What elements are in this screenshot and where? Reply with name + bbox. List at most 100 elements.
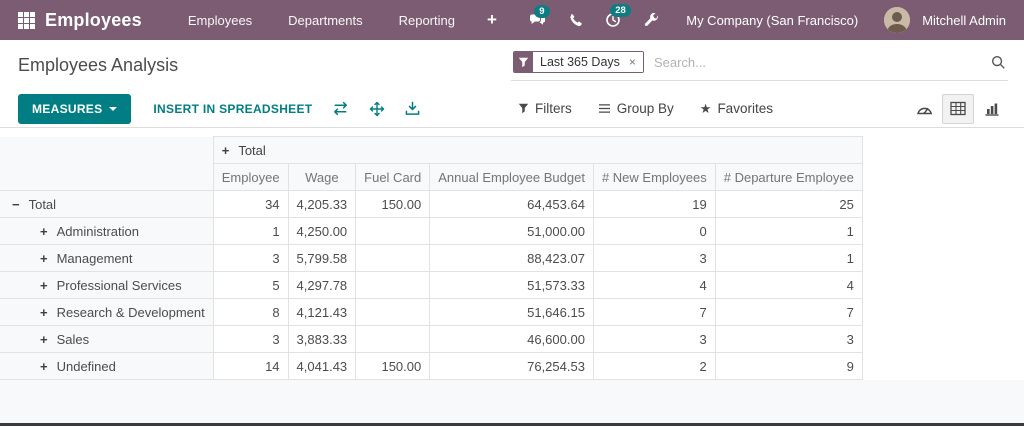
- pivot-cell: 3: [212, 244, 289, 272]
- graph-view-button[interactable]: [976, 94, 1008, 124]
- pivot-cell: 51,573.33: [429, 271, 594, 299]
- pivot-cell: [355, 271, 431, 299]
- column-header[interactable]: # New Employees: [592, 163, 716, 191]
- pivot-cell: 4,041.43: [287, 352, 357, 380]
- pivot-row-header[interactable]: + Management: [0, 244, 214, 272]
- filter-icon: [518, 103, 529, 114]
- insert-in-spreadsheet-button[interactable]: INSERT IN SPREADSHEET: [153, 102, 312, 116]
- pivot-cell: 1: [212, 217, 289, 245]
- row-label: Management: [56, 250, 133, 266]
- pivot-cell: 0: [592, 217, 716, 245]
- pivot-cell: 150.00: [355, 190, 431, 218]
- pivot-row-header[interactable]: + Professional Services: [0, 271, 214, 299]
- pivot-cell: 4,121.43: [287, 298, 357, 326]
- gauge-icon: [916, 107, 932, 115]
- dashboard-view-button[interactable]: [908, 94, 940, 124]
- filters-menu[interactable]: Filters: [518, 101, 572, 116]
- column-header[interactable]: Employee: [212, 163, 289, 191]
- pivot-cell: 3: [212, 325, 289, 353]
- flip-axis-icon[interactable]: [332, 101, 349, 116]
- search-icon[interactable]: [991, 55, 1006, 70]
- pivot-cell: 3,883.33: [287, 325, 357, 353]
- pivot-cell: 64,453.64: [429, 190, 594, 218]
- column-header[interactable]: Annual Employee Budget: [429, 163, 594, 191]
- expand-icon: +: [221, 142, 230, 158]
- top-navbar: Employees Employees Departments Reportin…: [0, 0, 1024, 40]
- tools-button[interactable]: [634, 6, 668, 34]
- pivot-row-header[interactable]: − Total: [0, 190, 214, 218]
- expand-icon: +: [40, 331, 48, 347]
- nav-menu-reporting[interactable]: Reporting: [381, 13, 473, 28]
- pivot-row-header[interactable]: + Sales: [0, 325, 214, 353]
- pivot-row-header[interactable]: + Undefined: [0, 352, 214, 380]
- wrench-icon: [645, 12, 659, 26]
- favorites-menu[interactable]: ★ Favorites: [700, 101, 773, 117]
- phone-icon: [570, 13, 583, 26]
- pivot-row-header[interactable]: + Research & Development: [0, 298, 214, 326]
- table-row: + Management 3 5,799.58 88,423.07 3 1: [0, 244, 863, 272]
- column-header[interactable]: Wage: [287, 163, 357, 191]
- pivot-cell: 51,646.15: [429, 298, 594, 326]
- pivot-cell: 51,000.00: [429, 217, 594, 245]
- expand-icon: +: [40, 223, 48, 239]
- nav-menu-departments[interactable]: Departments: [270, 13, 380, 28]
- expand-icon: +: [40, 250, 48, 266]
- search-input[interactable]: Search...: [654, 55, 991, 70]
- messages-button[interactable]: 9: [520, 4, 555, 34]
- download-icon[interactable]: [405, 101, 420, 116]
- group-by-menu[interactable]: Group By: [598, 101, 674, 116]
- pivot-toolbar: MEASURES INSERT IN SPREADSHEET Filters G…: [0, 90, 1024, 128]
- filter-facet-icon: [514, 52, 533, 72]
- pivot-view-button[interactable]: [942, 93, 974, 124]
- pivot-cell: 4,297.78: [287, 271, 357, 299]
- nav-plus-icon[interactable]: +: [473, 10, 511, 30]
- group-by-label: Group By: [616, 101, 674, 116]
- expand-icon: +: [40, 277, 48, 293]
- page-title: Employees Analysis: [18, 54, 179, 75]
- bar-chart-icon: [985, 103, 999, 116]
- company-switcher[interactable]: My Company (San Francisco): [686, 13, 858, 28]
- expand-all-icon[interactable]: [369, 101, 385, 117]
- pivot-cell: 4,250.00: [287, 217, 357, 245]
- user-avatar[interactable]: [884, 7, 911, 33]
- column-header[interactable]: # Departure Employee: [714, 163, 863, 191]
- group-by-icon: [598, 104, 610, 113]
- row-label: Research & Development: [56, 304, 205, 320]
- control-panel: Employees Analysis Last 365 Days × Searc…: [0, 40, 1024, 90]
- pivot-cell: 7: [592, 298, 716, 326]
- pivot-cell: 19: [592, 190, 716, 218]
- user-menu[interactable]: Mitchell Admin: [922, 13, 1006, 28]
- messages-badge: 9: [534, 4, 550, 18]
- table-row: + Undefined 14 4,041.43 150.00 76,254.53 2 9: [0, 352, 863, 380]
- filters-label: Filters: [535, 101, 572, 116]
- star-icon: ★: [699, 100, 712, 116]
- pivot-cell: 14: [212, 352, 289, 380]
- table-row: + Administration 1 4,250.00 51,000.00 0 1: [0, 217, 863, 245]
- pivot-table: + Total Employee Wage Fuel Card Annual Em…: [0, 136, 863, 380]
- pivot-cell: 5: [212, 271, 289, 299]
- nav-menu-employees[interactable]: Employees: [170, 13, 270, 28]
- pivot-cell: [355, 298, 431, 326]
- pivot-view: + Total Employee Wage Fuel Card Annual Em…: [0, 136, 1024, 380]
- pivot-cell: 2: [592, 352, 716, 380]
- pivot-cell: [355, 325, 431, 353]
- app-title[interactable]: Employees: [45, 10, 142, 31]
- pivot-row-header[interactable]: + Administration: [0, 217, 214, 245]
- facet-remove-icon[interactable]: ×: [626, 52, 643, 72]
- pivot-cell: 5,799.58: [287, 244, 357, 272]
- apps-menu-icon[interactable]: [18, 11, 35, 29]
- pivot-cell: 3: [592, 244, 716, 272]
- pivot-cell: 46,600.00: [429, 325, 594, 353]
- pivot-cell: [355, 217, 431, 245]
- activities-button[interactable]: 28: [596, 4, 631, 34]
- pivot-cell: 76,254.53: [429, 352, 594, 380]
- measures-button[interactable]: MEASURES: [18, 93, 132, 124]
- search-bar[interactable]: Last 365 Days × Search...: [511, 49, 1008, 81]
- pivot-cell: 4: [592, 271, 716, 299]
- column-group-label: Total: [238, 142, 266, 158]
- pivot-column-group-header[interactable]: + Total: [212, 136, 863, 164]
- pivot-cell: 34: [212, 190, 289, 218]
- table-row: + Professional Services 5 4,297.78 51,573.3…: [0, 271, 863, 299]
- column-header[interactable]: Fuel Card: [355, 163, 431, 191]
- phone-button[interactable]: [559, 7, 592, 34]
